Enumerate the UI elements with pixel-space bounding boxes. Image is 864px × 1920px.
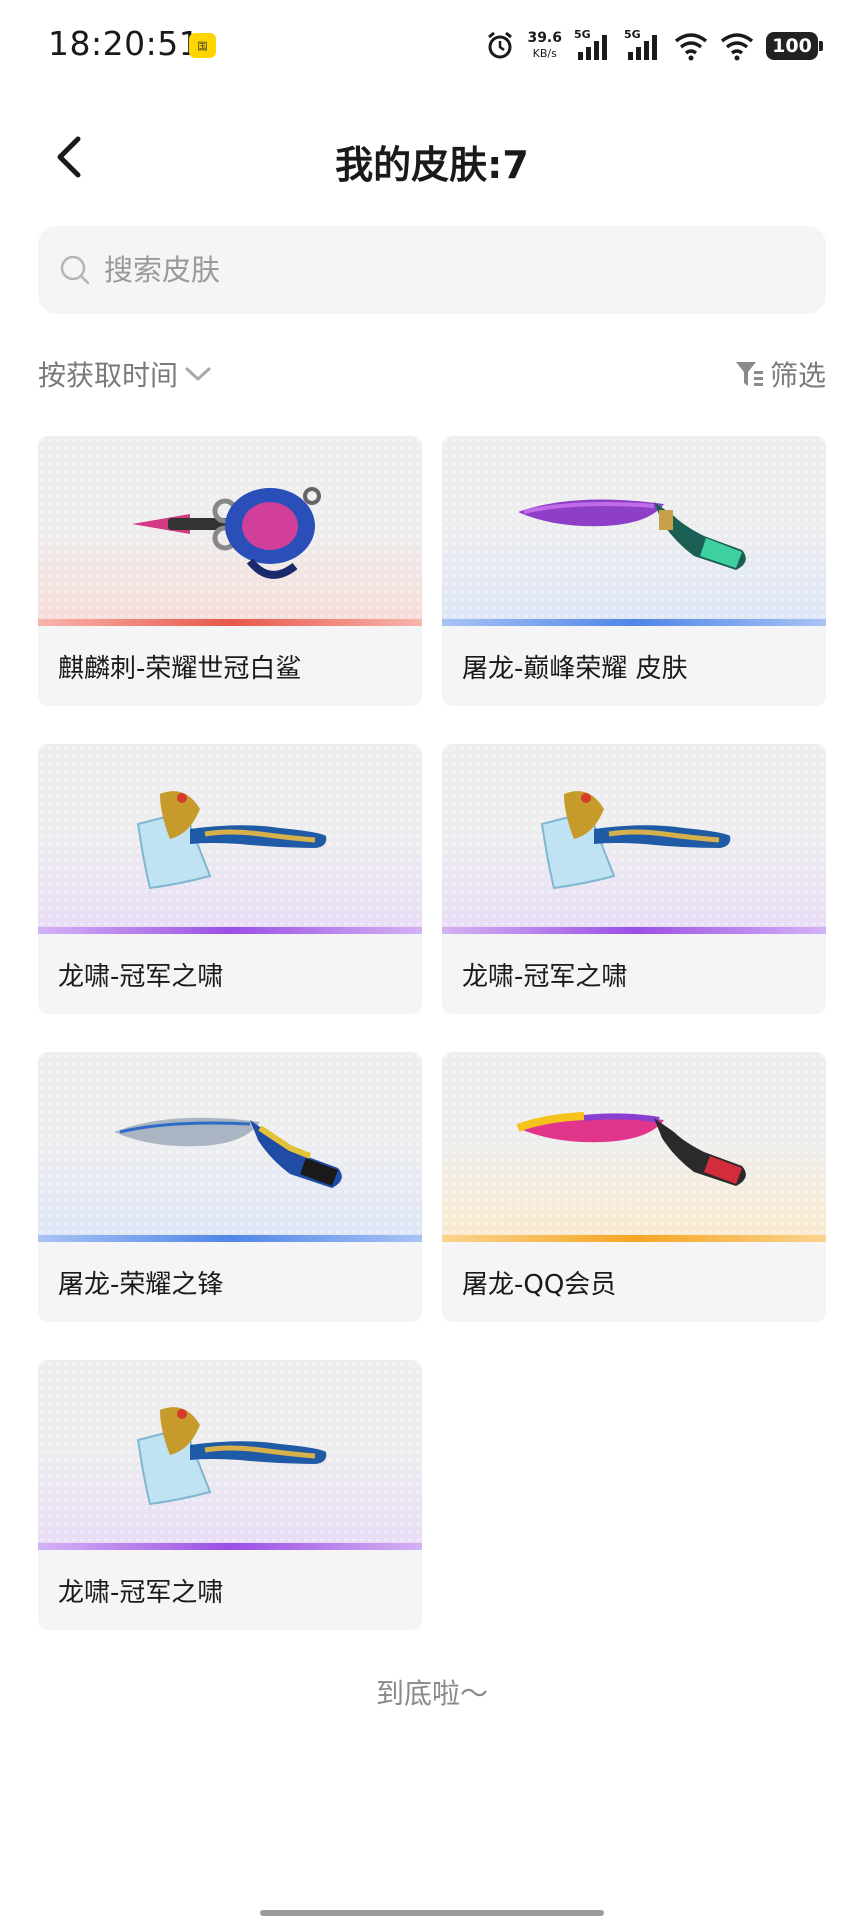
skin-image (38, 1052, 422, 1242)
skin-name: 麒麟刺-荣耀世冠白鲨 (58, 653, 302, 684)
end-of-list-text: 到底啦～ (375, 1677, 488, 1710)
skin-card[interactable]: 龙啸-冠军之啸 (442, 744, 826, 1014)
machete-icon (516, 1112, 746, 1186)
status-icons: 39.6 KB/s 5G 5G 100 (485, 28, 823, 64)
wifi-icon (720, 33, 754, 61)
claw-blade-icon (132, 487, 321, 579)
skin-card[interactable]: 麒麟刺-荣耀世冠白鲨 (38, 436, 422, 706)
alarm-icon (488, 31, 513, 59)
skin-name: 龙啸-冠军之啸 (462, 961, 628, 992)
skin-image (38, 436, 422, 626)
search-input[interactable] (102, 252, 806, 288)
chevron-down-icon (185, 367, 211, 381)
search-icon (60, 255, 90, 285)
skin-name: 屠龙-荣耀之锋 (58, 1269, 224, 1300)
machete-icon (114, 1117, 342, 1188)
notification-badge-icon: 国 (189, 33, 216, 58)
signal-icon: 5G (624, 28, 662, 62)
skin-image (38, 1360, 422, 1550)
skin-card[interactable]: 龙啸-冠军之啸 (38, 1360, 422, 1630)
network-speed: 39.6 KB/s (527, 30, 562, 61)
wifi-icon (674, 33, 708, 61)
skin-card[interactable]: 屠龙-荣耀之锋 (38, 1052, 422, 1322)
page-title: 我的皮肤:7 (335, 143, 529, 187)
filter-icon (735, 362, 763, 386)
axe-icon (136, 791, 327, 890)
skin-image (442, 436, 826, 626)
skin-image (38, 744, 422, 934)
status-bar: 18:20:51 国 39.6 KB/s 5G 5G 100 (0, 0, 864, 92)
skin-card[interactable]: 屠龙-QQ会员 (442, 1052, 826, 1322)
search-bar[interactable] (38, 226, 826, 314)
skin-name: 龙啸-冠军之啸 (58, 1577, 224, 1608)
skin-image (442, 1052, 826, 1242)
home-indicator[interactable] (260, 1910, 604, 1916)
skin-card[interactable]: 屠龙-巅峰荣耀 皮肤 (442, 436, 826, 706)
sort-label: 按获取时间 (38, 359, 179, 392)
skin-grid: 麒麟刺-荣耀世冠白鲨 屠龙-巅峰荣耀 皮肤 龙啸-冠军之啸 龙啸-冠军之啸 屠龙… (38, 436, 826, 1630)
skin-image (442, 744, 826, 934)
filter-label: 筛选 (769, 359, 826, 392)
skin-name: 屠龙-QQ会员 (462, 1269, 617, 1300)
signal-icon: 5G (574, 28, 612, 62)
skin-name: 屠龙-巅峰荣耀 皮肤 (462, 653, 688, 684)
filter-button[interactable]: 筛选 (734, 354, 826, 394)
skin-card[interactable]: 龙啸-冠军之啸 (38, 744, 422, 1014)
axe-icon (136, 1407, 327, 1506)
machete-icon (518, 499, 746, 570)
status-time: 18:20:51 (48, 24, 201, 63)
battery-icon: 100 (766, 32, 823, 60)
axe-icon (540, 791, 731, 890)
skin-name: 龙啸-冠军之啸 (58, 961, 224, 992)
sort-dropdown[interactable]: 按获取时间 (38, 354, 212, 394)
